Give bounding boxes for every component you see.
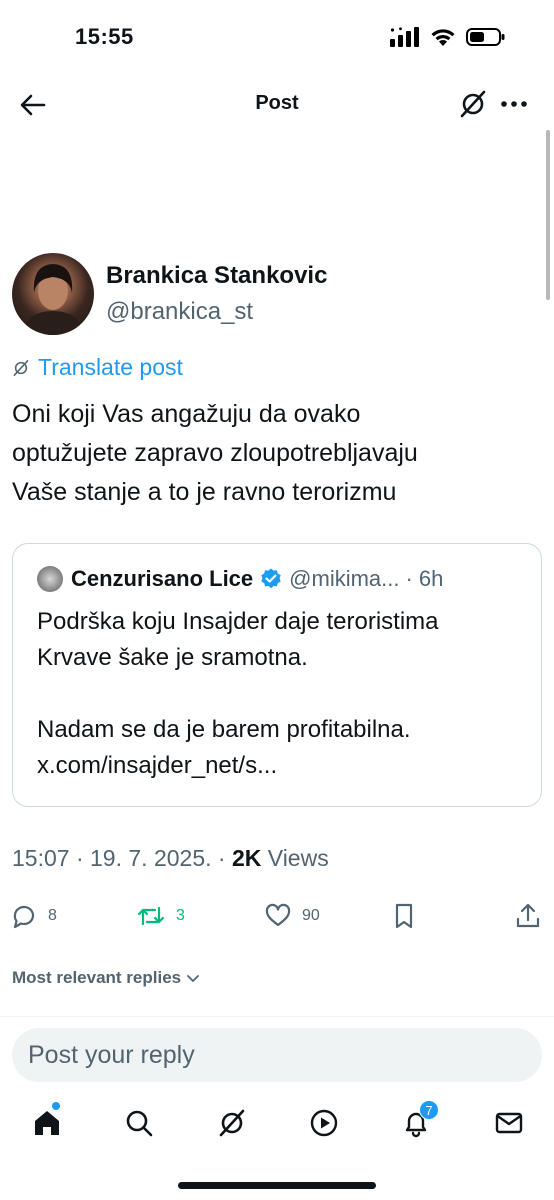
grok-icon [460,90,486,118]
avatar-portrait [22,264,84,335]
repost-button[interactable]: 3 [136,902,185,930]
like-count: 90 [302,907,320,924]
post-time: 15:07 [12,845,70,871]
scrollbar[interactable] [546,130,550,300]
wifi-icon [431,29,455,46]
quoted-author-handle: @mikima... [289,566,400,591]
share-button[interactable] [514,902,542,930]
views-count[interactable]: 2K [232,845,261,871]
like-button[interactable]: 90 [264,902,320,930]
grok-button[interactable] [458,89,488,119]
divider [0,1016,554,1017]
post-action-bar: 8 3 90 [0,896,554,936]
quoted-post-header: Cenzurisano Lice @mikima... · 6h [37,566,443,592]
bookmark-icon [395,903,413,929]
grok-icon [13,359,29,376]
post-text-line: Oni koji Vas angažuju da ovako [12,400,361,428]
battery-icon [466,28,505,46]
play-circle-icon [310,1109,338,1137]
repost-icon [137,906,165,926]
status-time: 15:55 [75,24,134,49]
meta-separator: · [217,845,226,871]
share-icon [516,903,540,928]
reply-button[interactable]: 8 [10,902,57,930]
tab-search[interactable] [122,1106,156,1140]
reply-bubble-icon [13,905,35,929]
reply-input[interactable]: Post your reply [12,1028,542,1082]
verified-badge-icon [261,568,281,589]
quoted-author-name: Cenzurisano Lice [71,566,254,591]
post-text-line: optužujete zapravo zloupotrebljavaju [12,439,418,467]
tab-home[interactable] [30,1102,64,1140]
quoted-post-text: Podrška koju Insajder daje teroristima K… [37,608,439,779]
more-options-button[interactable] [498,89,530,119]
quoted-post-time: 6h [418,566,444,591]
post-date: 19. 7. 2025. [90,845,212,871]
replies-sort-label: Most relevant replies [12,968,182,987]
author-name[interactable]: Brankica Stankovic [106,262,327,290]
home-icon [35,1111,59,1135]
tab-grok[interactable] [215,1106,249,1140]
notifications-badge: 7 [419,1100,439,1120]
chevron-down-icon [187,975,200,982]
home-unread-dot [52,1102,60,1110]
post-text-line: Vaše stanje a to je ravno terorizmu [12,478,397,506]
repost-count: 3 [176,907,185,924]
home-indicator[interactable] [178,1182,376,1189]
tab-messages[interactable] [492,1106,526,1140]
mail-icon [495,1112,523,1134]
bottom-tab-bar: 7 [0,1092,554,1162]
quoted-post-card[interactable]: Cenzurisano Lice @mikima... · 6h Podrška… [12,543,542,807]
post-text: Oni koji Vas angažuju da ovako optužujet… [12,395,542,512]
reply-count: 8 [48,907,57,924]
cellular-signal-icon [390,27,419,47]
author-avatar[interactable] [12,253,94,335]
status-bar: 15:55 [0,0,554,76]
bookmark-button[interactable] [390,902,418,930]
search-icon [126,1110,153,1137]
replies-sort-dropdown[interactable]: Most relevant replies [12,968,201,988]
post-metadata: 15:07 · 19. 7. 2025. · 2K Views [12,845,329,872]
top-navigation: Post [0,76,554,134]
grok-icon [219,1109,245,1137]
quoted-author-avatar [37,566,63,592]
meta-separator: · [75,845,84,871]
heart-icon [265,903,291,927]
more-horizontal-icon [501,101,527,107]
views-label: Views [267,845,329,871]
status-icons [390,27,506,47]
tab-notifications[interactable]: 7 [399,1100,439,1140]
author-handle[interactable]: @brankica_st [106,298,253,326]
translate-label: Translate post [38,354,183,380]
quoted-separator: · [405,566,413,591]
translate-post-link[interactable]: Translate post [12,354,183,381]
tab-video[interactable] [307,1106,341,1140]
